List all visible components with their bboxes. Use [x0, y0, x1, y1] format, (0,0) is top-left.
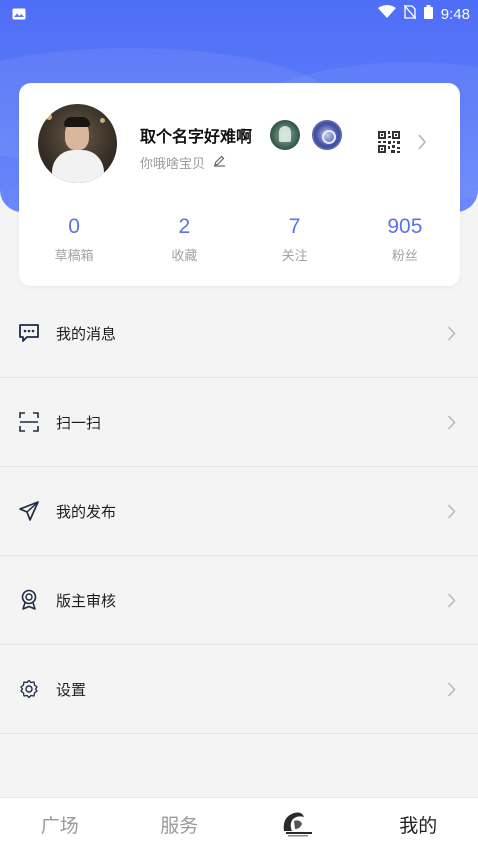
edit-pencil-icon[interactable] — [213, 154, 226, 171]
tab-label: 广场 — [40, 814, 79, 837]
menu-label: 设置 — [56, 680, 87, 699]
tab-label: 服务 — [160, 814, 199, 837]
stat-following[interactable]: 7 关注 — [240, 215, 350, 275]
wifi-icon — [377, 5, 396, 23]
message-icon — [18, 322, 40, 344]
battery-icon — [423, 5, 433, 23]
stat-label: 草稿箱 — [54, 249, 94, 264]
app-logo-icon — [278, 809, 320, 839]
user-bio-row[interactable]: 你哦啥宝贝 — [140, 153, 226, 172]
scan-icon — [18, 411, 40, 433]
menu-item-messages[interactable]: 我的消息 — [0, 289, 478, 378]
stat-value: 0 — [68, 215, 80, 238]
menu-label: 扫一扫 — [56, 413, 102, 432]
stat-label: 收藏 — [171, 249, 198, 264]
user-name: 取个名字好难啊 — [140, 127, 253, 146]
stat-value: 7 — [288, 215, 301, 238]
avatar[interactable] — [38, 104, 117, 183]
stat-followers[interactable]: 905 粉丝 — [350, 215, 460, 275]
user-bio: 你哦啥宝贝 — [140, 157, 206, 172]
tab-services[interactable]: 服务 — [120, 811, 240, 838]
chevron-right-icon — [447, 326, 456, 341]
medal-badge-icon[interactable] — [270, 120, 300, 150]
status-bar: 9:48 — [0, 0, 478, 28]
profile-card[interactable]: 取个名字好难啊 你哦啥宝贝 0 草稿箱 2 收藏 7 关注 905 粉丝 — [19, 83, 460, 286]
menu-item-settings[interactable]: 设置 — [0, 645, 478, 734]
status-time: 9:48 — [440, 5, 470, 23]
level-badge-icon[interactable] — [312, 120, 342, 150]
chevron-right-icon — [447, 504, 456, 519]
stat-value: 905 — [387, 215, 423, 238]
stats-row: 0 草稿箱 2 收藏 7 关注 905 粉丝 — [19, 215, 460, 275]
stat-drafts[interactable]: 0 草稿箱 — [19, 215, 129, 275]
bottom-tab-bar: 广场 服务 我的 — [0, 797, 478, 850]
menu-item-moderator-review[interactable]: 版主审核 — [0, 556, 478, 645]
menu-label: 我的消息 — [56, 324, 117, 343]
menu-label: 版主审核 — [56, 591, 117, 610]
menu-item-my-posts[interactable]: 我的发布 — [0, 467, 478, 556]
menu-list: 我的消息 扫一扫 我的发布 版主审核 设置 — [0, 289, 478, 734]
award-icon — [18, 589, 40, 611]
profile-chevron-right-icon[interactable] — [417, 134, 427, 150]
tab-label: 我的 — [399, 814, 438, 837]
menu-label: 我的发布 — [56, 502, 117, 521]
menu-item-scan[interactable]: 扫一扫 — [0, 378, 478, 467]
stat-label: 粉丝 — [391, 249, 418, 264]
tab-mine[interactable]: 我的 — [359, 811, 478, 838]
gallery-notification-icon — [12, 5, 26, 24]
qr-code-icon[interactable] — [378, 131, 400, 153]
no-sim-icon — [403, 4, 417, 23]
tab-home-logo[interactable] — [239, 809, 359, 839]
chevron-right-icon — [447, 415, 456, 430]
stat-favorites[interactable]: 2 收藏 — [129, 215, 239, 275]
chevron-right-icon — [447, 593, 456, 608]
gear-icon — [18, 678, 40, 700]
send-icon — [18, 500, 40, 522]
tab-square[interactable]: 广场 — [0, 811, 120, 838]
chevron-right-icon — [447, 682, 456, 697]
stat-value: 2 — [178, 215, 191, 238]
stat-label: 关注 — [281, 249, 308, 264]
